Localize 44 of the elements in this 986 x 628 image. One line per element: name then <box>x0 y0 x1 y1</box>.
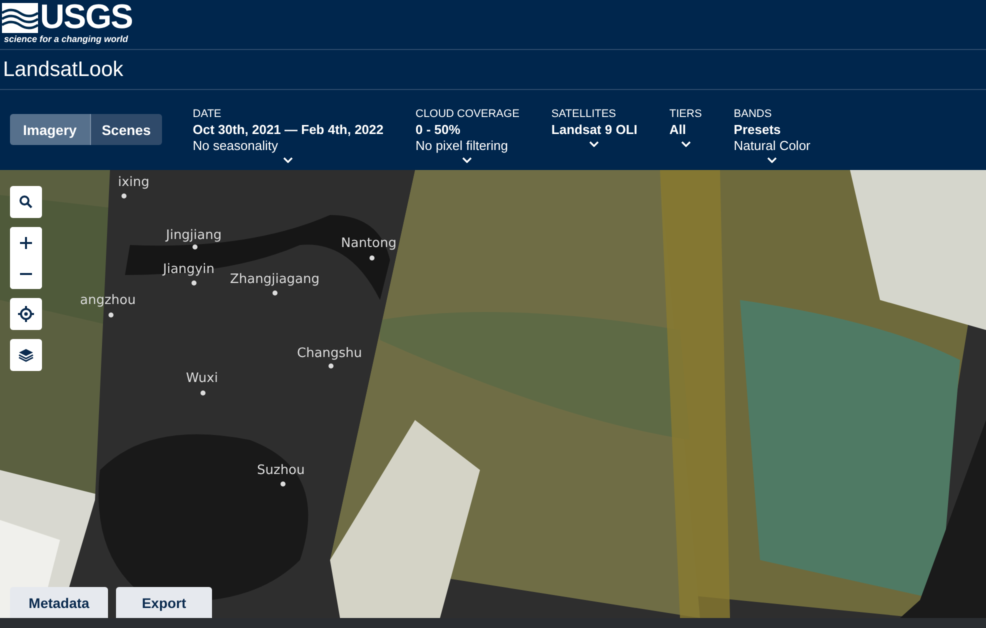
city-label: Jingjiang <box>166 228 222 244</box>
plus-icon <box>19 236 33 250</box>
panel-tab-button[interactable]: Export <box>116 587 212 618</box>
city-dot-icon <box>272 290 278 296</box>
layers-button[interactable] <box>10 339 42 371</box>
city-dot-icon <box>328 364 334 368</box>
city-dot-icon <box>200 390 206 396</box>
logo-wordmark: USGS <box>40 1 132 33</box>
city-dot-icon <box>192 244 198 250</box>
city-dot-icon <box>280 482 286 486</box>
chevron-down-icon <box>589 141 600 147</box>
crosshair-icon <box>18 306 34 322</box>
filter-dropdown[interactable]: TIERS All <box>669 107 702 147</box>
search-button[interactable] <box>10 186 42 218</box>
city-label: Wuxi <box>186 371 218 387</box>
city-dot-icon <box>370 256 374 260</box>
city-dot-icon <box>192 280 196 286</box>
city-dot-icon <box>108 312 114 318</box>
chevron-down-icon <box>767 157 778 163</box>
city-dot-icon <box>122 194 126 198</box>
search-icon <box>19 195 33 209</box>
app-title: LandsatLook <box>3 58 124 82</box>
view-tab[interactable]: Scenes <box>90 114 162 145</box>
city-label: angzhou <box>80 293 136 309</box>
chevron-down-icon <box>680 141 691 147</box>
layers-icon <box>18 348 34 362</box>
locate-button[interactable] <box>10 298 42 330</box>
city-label: ixing <box>118 175 150 191</box>
chevron-down-icon <box>462 157 472 163</box>
minus-icon <box>19 272 33 276</box>
filter-dropdown[interactable]: CLOUD COVERAGE 0 - 50% No pixel filtering <box>416 107 520 163</box>
city-label: Jiangyin <box>163 262 214 278</box>
panel-tab-button[interactable]: Metadata <box>10 587 108 618</box>
city-label: Nantong <box>341 236 396 252</box>
filter-dropdown[interactable]: DATE Oct 30th, 2021 — Feb 4th, 2022 No seasonality <box>192 107 384 163</box>
city-label: Zhangjiagang <box>230 272 320 288</box>
city-label: Changshu <box>297 346 362 362</box>
chevron-down-icon <box>283 157 294 163</box>
filter-dropdown[interactable]: SATELLITES Landsat 9 OLI <box>551 107 638 147</box>
view-tab[interactable]: Imagery <box>10 114 91 145</box>
map-view[interactable]: ixing Jingjiang Nantong Jiangyin Zhangjiagang angzhou Changshu Wuxi Suzhou Metadata Export <box>0 170 986 618</box>
logo-tagline: science for a changing world <box>4 33 130 45</box>
filter-dropdown[interactable]: BANDS Presets Natural Color <box>734 107 810 163</box>
city-label: Suzhou <box>257 463 305 479</box>
